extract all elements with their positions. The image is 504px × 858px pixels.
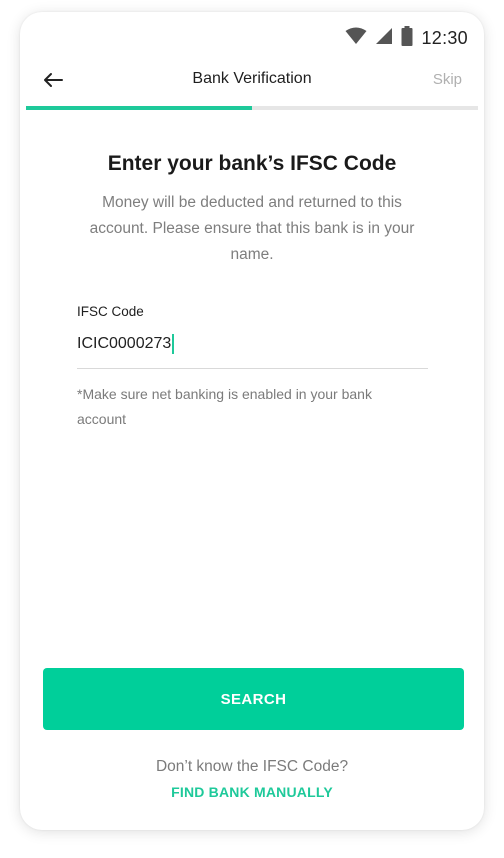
status-bar: 12:30 <box>20 12 484 60</box>
search-button[interactable]: SEARCH <box>43 668 464 730</box>
text-caret <box>172 334 175 354</box>
battery-icon <box>401 26 413 51</box>
cellular-signal-icon <box>375 27 393 50</box>
status-icons: 12:30 <box>345 26 468 51</box>
progress-bar-fill <box>26 106 252 110</box>
input-underline <box>77 368 428 369</box>
page-title: Bank Verification <box>192 70 312 87</box>
progress-bar <box>26 106 478 110</box>
dont-know-text: Don’t know the IFSC Code? <box>155 758 349 775</box>
ifsc-input[interactable]: ICIC0000273 <box>77 330 427 358</box>
ifsc-field-label: IFSC Code <box>77 304 144 319</box>
status-time: 12:30 <box>421 28 468 48</box>
heading: Enter your bank’s IFSC Code <box>107 152 397 175</box>
skip-button[interactable]: Skip <box>433 71 462 88</box>
find-bank-manually-link[interactable]: FIND BANK MANUALLY <box>20 784 484 800</box>
phone-frame: 12:30 Bank Verification Skip Enter your … <box>20 12 484 830</box>
subtitle: Money will be deducted and returned to t… <box>89 194 415 263</box>
wifi-icon <box>345 27 367 50</box>
app-bar: Bank Verification Skip <box>20 60 484 104</box>
net-banking-note: *Make sure net banking is enabled in you… <box>77 386 372 427</box>
ifsc-input-value[interactable]: ICIC0000273 <box>77 335 171 353</box>
